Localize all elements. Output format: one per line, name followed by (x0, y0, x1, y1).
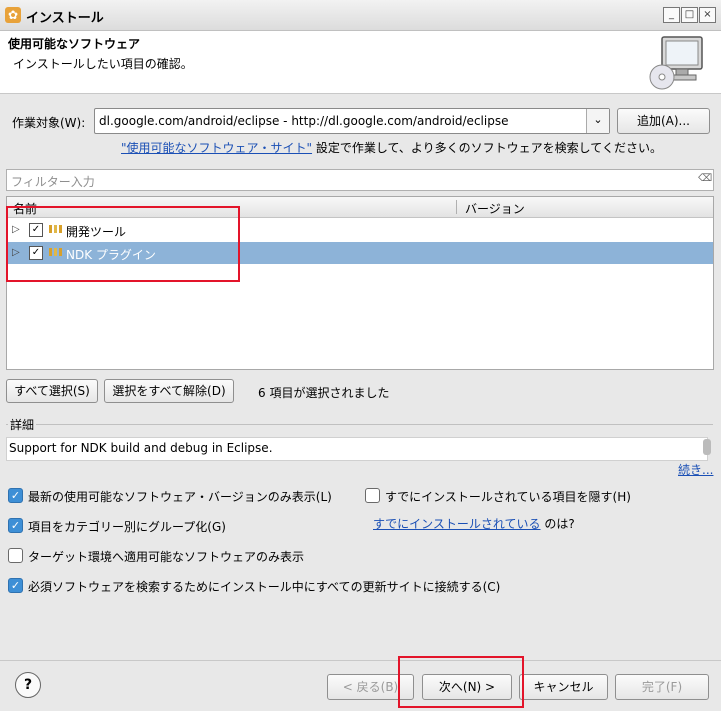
group-by-category-label: 項目をカテゴリー別にグループ化(G) (28, 520, 226, 534)
available-sites-link[interactable]: "使用可能なソフトウェア・サイト" (121, 141, 312, 155)
annotation-highlight-box (6, 206, 240, 282)
wizard-header: 使用可能なソフトウェア インストールしたい項目の確認。 (0, 31, 721, 94)
hide-installed-checkbox[interactable] (365, 488, 380, 503)
page-title: 使用可能なソフトウェア (8, 37, 141, 51)
site-hint: "使用可能なソフトウェア・サイト" 設定で作業して、より多くのソフトウェアを検索… (121, 139, 662, 156)
already-installed-link[interactable]: すでにインストールされている (373, 517, 541, 531)
maximize-button[interactable]: □ (681, 7, 698, 23)
latest-only-checkbox[interactable]: ✓ (8, 488, 23, 503)
close-button[interactable]: × (699, 7, 716, 23)
deselect-all-button[interactable]: 選択をすべて解除(D) (104, 379, 234, 403)
selection-count: 6 項目が選択されました (258, 386, 390, 400)
column-version[interactable]: バージョン (465, 200, 525, 217)
title-bar: ✿ インストール _ □ × (0, 0, 721, 31)
page-description: インストールしたい項目の確認。 (13, 57, 193, 71)
eclipse-install-icon: ✿ (5, 7, 21, 23)
more-link[interactable]: 続き... (678, 461, 713, 478)
target-env-checkbox[interactable] (8, 548, 23, 563)
work-with-value: dl.google.com/android/eclipse - http://d… (99, 114, 509, 128)
column-divider[interactable] (456, 200, 457, 214)
group-by-category-checkbox[interactable]: ✓ (8, 518, 23, 533)
site-hint-text: 設定で作業して、より多くのソフトウェアを検索してください。 (312, 141, 662, 155)
already-installed-line: すでにインストールされている のは? (373, 515, 575, 532)
help-icon[interactable]: ? (15, 672, 41, 698)
work-with-combo[interactable]: dl.google.com/android/eclipse - http://d… (94, 108, 610, 134)
hide-installed-label: すでにインストールされている項目を隠す(H) (385, 490, 631, 504)
monitor-cd-icon (649, 36, 703, 90)
clear-filter-icon[interactable]: ⌫ (698, 173, 712, 185)
filter-placeholder: フィルター入力 (11, 175, 95, 189)
add-site-button[interactable]: 追加(A)... (617, 108, 710, 134)
cancel-button[interactable]: キャンセル (519, 674, 608, 700)
minimize-button[interactable]: _ (663, 7, 680, 23)
contact-all-sites-label: 必須ソフトウェアを検索するためにインストール中にすべての更新サイトに接続する(C… (28, 580, 501, 594)
latest-only-label: 最新の使用可能なソフトウェア・バージョンのみ表示(L) (28, 490, 332, 504)
details-label: 詳細 (8, 416, 37, 433)
finish-button[interactable]: 完了(F) (615, 674, 709, 700)
contact-all-sites-checkbox[interactable]: ✓ (8, 578, 23, 593)
bottom-divider (0, 660, 721, 661)
details-text: Support for NDK build and debug in Eclip… (9, 441, 273, 455)
annotation-highlight-box (398, 656, 524, 708)
details-scrollbar[interactable] (703, 439, 711, 455)
filter-input[interactable]: フィルター入力 ⌫ (6, 169, 714, 191)
window-title: インストール (26, 11, 104, 26)
details-text-area[interactable]: Support for NDK build and debug in Eclip… (6, 437, 708, 461)
already-installed-suffix: のは? (540, 517, 575, 531)
chevron-down-icon[interactable]: ⌄ (586, 109, 609, 133)
work-with-label: 作業対象(W): (12, 116, 86, 130)
target-env-label: ターゲット環境へ適用可能なソフトウェアのみ表示 (28, 550, 305, 564)
select-all-button[interactable]: すべて選択(S) (6, 379, 98, 403)
